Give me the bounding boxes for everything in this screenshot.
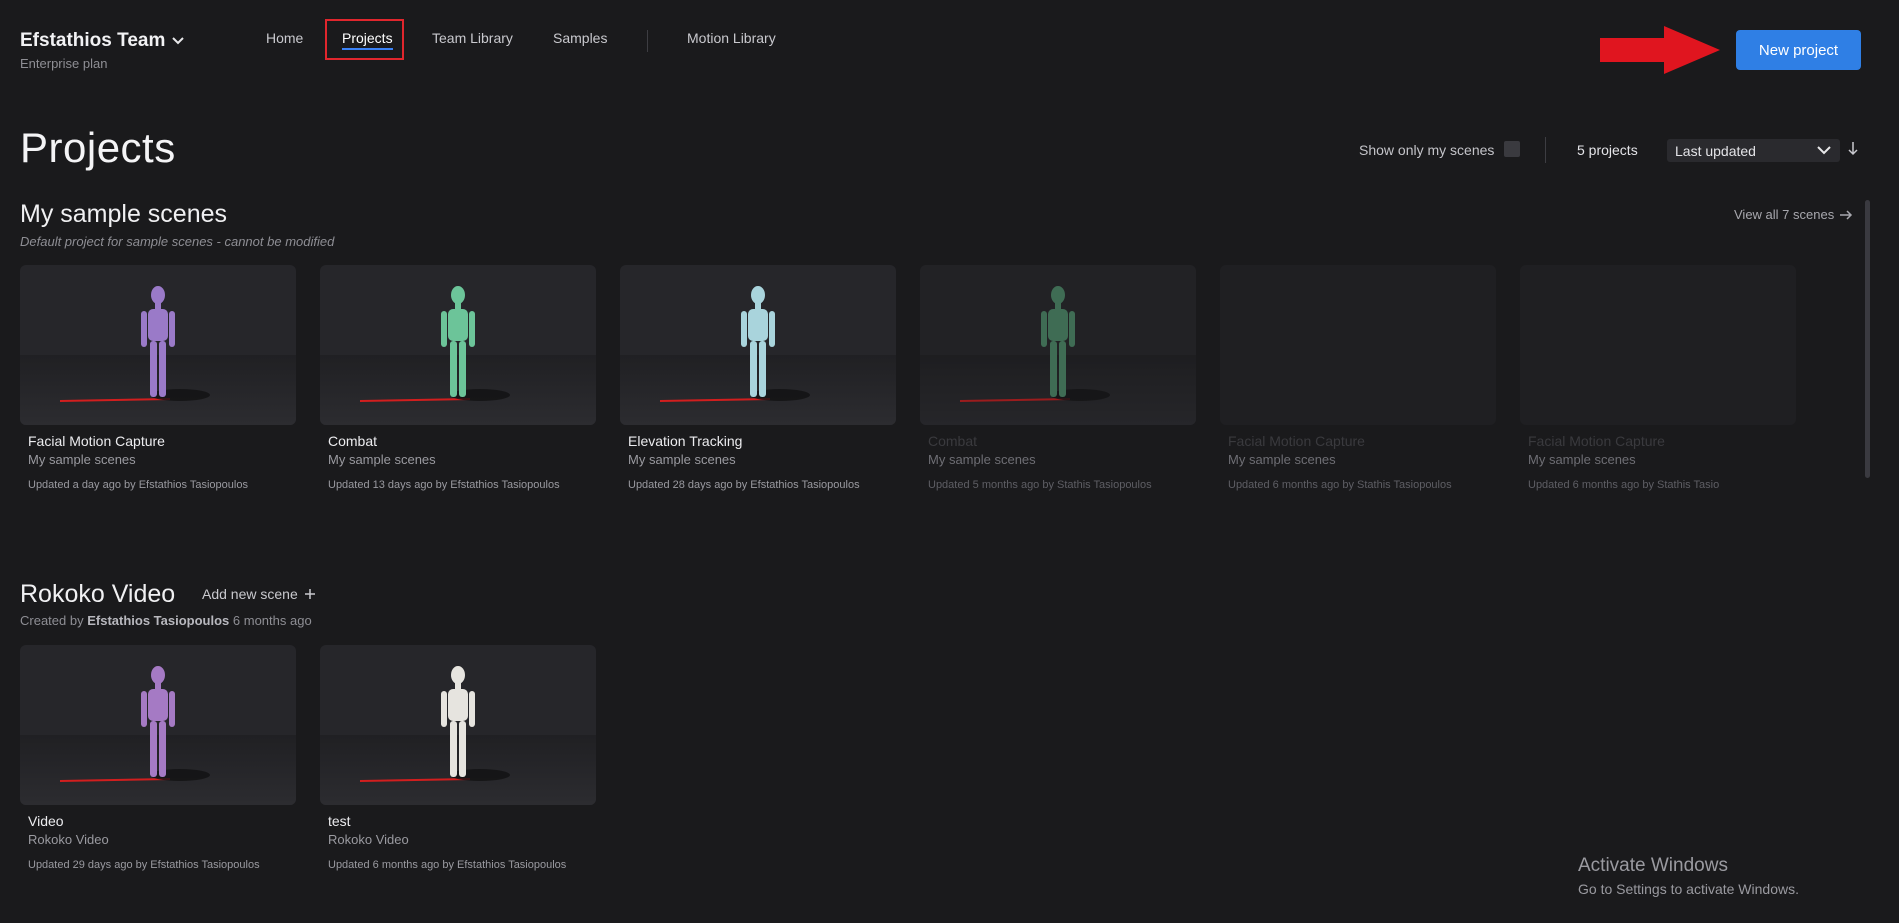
scene-preview-figure — [920, 286, 1196, 425]
scene-card[interactable]: Combat My sample scenes Updated 5 months a… — [920, 265, 1196, 491]
scene-project: My sample scenes — [628, 452, 736, 467]
scene-project: My sample scenes — [328, 452, 436, 467]
scene-updated: Updated 28 days ago by Efstathios Tasiop… — [628, 479, 860, 491]
scene-card[interactable]: Facial Motion Capture My sample scenes Upd… — [1220, 265, 1496, 491]
scene-title[interactable]: Combat — [920, 433, 1196, 449]
sort-direction-icon[interactable] — [1846, 139, 1860, 159]
plus-icon — [304, 589, 315, 599]
scene-title[interactable]: test — [320, 813, 596, 829]
scene-title[interactable]: Facial Motion Capture — [20, 433, 296, 449]
scene-thumbnail[interactable] — [1220, 265, 1496, 425]
chevron-down-icon — [1817, 146, 1831, 155]
nav-samples[interactable]: Samples — [553, 30, 607, 46]
show-only-mine-label: Show only my scenes — [1359, 142, 1495, 158]
scene-title[interactable]: Facial Motion Capture — [1520, 433, 1796, 449]
scene-thumbnail[interactable] — [320, 265, 596, 425]
scene-title[interactable]: Video — [20, 813, 296, 829]
nav-motion-library[interactable]: Motion Library — [687, 30, 776, 46]
scene-thumbnail[interactable] — [20, 645, 296, 805]
scene-card[interactable]: Facial Motion Capture My sample scenes Upd… — [1520, 265, 1796, 491]
scene-updated: Updated 6 months ago by Efstathios Tasio… — [328, 859, 567, 871]
nav-home[interactable]: Home — [266, 30, 303, 46]
scene-preview-figure — [320, 286, 596, 425]
filter-divider — [1545, 137, 1546, 163]
add-scene-label: Add new scene — [202, 586, 298, 602]
project-count: 5 projects — [1577, 142, 1638, 158]
nav-divider — [647, 30, 648, 52]
activate-windows-subtitle: Go to Settings to activate Windows. — [1578, 881, 1799, 897]
page-title: Projects — [20, 124, 176, 171]
scene-card[interactable]: Combat My sample scenes Updated 13 days ag… — [320, 265, 596, 491]
scene-preview-figure — [320, 666, 596, 805]
new-project-button[interactable]: New project — [1736, 30, 1861, 70]
section-subtitle: Default project for sample scenes - cann… — [20, 234, 335, 249]
show-only-mine-checkbox[interactable] — [1504, 141, 1520, 157]
team-name: Efstathios Team — [20, 30, 166, 51]
team-plan: Enterprise plan — [20, 56, 108, 71]
scene-thumbnail[interactable] — [20, 265, 296, 425]
scene-title[interactable]: Elevation Tracking — [620, 433, 896, 449]
scene-project: Rokoko Video — [328, 832, 409, 847]
scene-thumbnail[interactable] — [1520, 265, 1796, 425]
view-all-label: View all 7 scenes — [1734, 207, 1835, 222]
arrow-right-icon — [1840, 209, 1853, 220]
scene-card[interactable]: Elevation Tracking My sample scenes Update… — [620, 265, 896, 491]
scene-preview-figure — [20, 666, 296, 805]
scrollbar[interactable] — [1865, 200, 1870, 478]
scene-preview-figure — [620, 286, 896, 425]
scene-thumbnail[interactable] — [920, 265, 1196, 425]
sort-value: Last updated — [1675, 142, 1756, 159]
scene-title[interactable]: Combat — [320, 433, 596, 449]
scene-updated: Updated 6 months ago by Stathis Tasiopou… — [1228, 479, 1452, 491]
annotation-highlight-box — [325, 19, 404, 60]
scene-card[interactable]: Video Rokoko Video Updated 29 days ago by … — [20, 645, 296, 871]
scene-updated: Updated a day ago by Efstathios Tasiopou… — [28, 479, 248, 491]
annotation-arrow-icon — [1600, 26, 1720, 74]
section-title: Rokoko Video — [20, 580, 176, 608]
scene-updated: Updated 29 days ago by Efstathios Tasiop… — [28, 859, 260, 871]
section-created-by: Created by Efstathios Tasiopoulos 6 mont… — [20, 613, 312, 628]
scene-card[interactable]: test Rokoko Video Updated 6 months ago by … — [320, 645, 596, 871]
scene-thumbnail[interactable] — [620, 265, 896, 425]
scene-project: My sample scenes — [1228, 452, 1336, 467]
scene-project: My sample scenes — [1528, 452, 1636, 467]
scene-title[interactable]: Facial Motion Capture — [1220, 433, 1496, 449]
sort-select[interactable]: Last updated — [1667, 139, 1840, 162]
scene-updated: Updated 13 days ago by Efstathios Tasiop… — [328, 479, 560, 491]
scene-project: Rokoko Video — [28, 832, 109, 847]
view-all-scenes-link[interactable]: View all 7 scenes — [1734, 207, 1853, 222]
team-switcher[interactable]: Efstathios Team — [20, 30, 185, 52]
section-title: My sample scenes — [20, 200, 228, 228]
scene-preview-figure — [20, 286, 296, 425]
add-new-scene-button[interactable]: Add new scene — [202, 586, 316, 602]
activate-windows-title: Activate Windows — [1578, 855, 1728, 876]
scene-card[interactable]: Facial Motion Capture My sample scenes Upd… — [20, 265, 296, 491]
scene-updated: Updated 6 months ago by Stathis Tasio — [1528, 479, 1720, 491]
scene-project: My sample scenes — [928, 452, 1036, 467]
scene-updated: Updated 5 months ago by Stathis Tasiopou… — [928, 479, 1152, 491]
chevron-down-icon — [172, 37, 185, 45]
scene-thumbnail[interactable] — [320, 645, 596, 805]
scene-project: My sample scenes — [28, 452, 136, 467]
creator-name: Efstathios Tasiopoulos — [87, 613, 230, 628]
nav-team-library[interactable]: Team Library — [432, 30, 513, 46]
